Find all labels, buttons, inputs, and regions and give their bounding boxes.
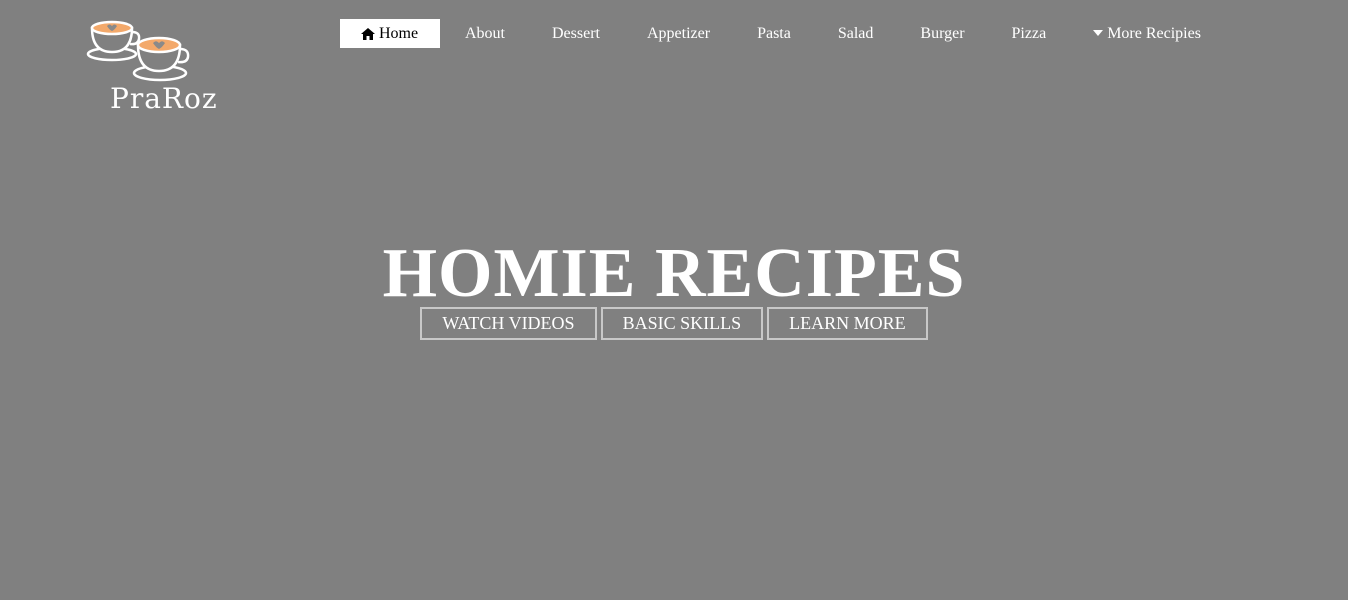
- nav-item-dessert[interactable]: Dessert: [527, 19, 622, 48]
- nav-item-more-recipes[interactable]: More Recipies: [1068, 19, 1223, 48]
- nav-item-label: Dessert: [552, 25, 600, 42]
- nav-item-label: Appetizer: [646, 25, 711, 42]
- coffee-cups-icon: [86, 20, 190, 82]
- nav-item-burger[interactable]: Burger: [895, 19, 986, 48]
- caret-down-icon: [1093, 29, 1104, 36]
- brand-logo[interactable]: PraRoz: [86, 18, 217, 116]
- learn-more-button[interactable]: LEARN MORE: [767, 307, 928, 340]
- hero-title: HOMIE RECIPES: [382, 235, 966, 312]
- nav-item-appetizer[interactable]: Appetizer: [622, 19, 732, 48]
- hero-button-group: WATCH VIDEOS BASIC SKILLS LEARN MORE: [0, 307, 1348, 340]
- page: PraRoz Home About Dessert Appetizer Past…: [0, 0, 1348, 600]
- nav-item-label: About: [465, 25, 505, 42]
- basic-skills-button[interactable]: BASIC SKILLS: [600, 307, 764, 340]
- nav-item-label: Pizza: [1011, 25, 1047, 42]
- watch-videos-button[interactable]: WATCH VIDEOS: [420, 307, 597, 340]
- nav-item-pizza[interactable]: Pizza: [987, 19, 1069, 48]
- nav-item-pasta[interactable]: Pasta: [732, 19, 813, 48]
- nav-item-about[interactable]: About: [440, 19, 527, 48]
- nav-item-label: More Recipies: [1107, 25, 1201, 42]
- home-icon: [361, 27, 375, 40]
- main-nav: Home About Dessert Appetizer Pasta Salad…: [340, 19, 1223, 48]
- nav-item-label: Home: [379, 25, 419, 42]
- nav-item-label: Salad: [837, 25, 874, 42]
- nav-item-label: Pasta: [757, 25, 791, 42]
- nav-item-home[interactable]: Home: [340, 19, 440, 48]
- nav-item-salad[interactable]: Salad: [813, 19, 896, 48]
- nav-item-label: Burger: [920, 25, 965, 42]
- brand-name: PraRoz: [110, 82, 218, 115]
